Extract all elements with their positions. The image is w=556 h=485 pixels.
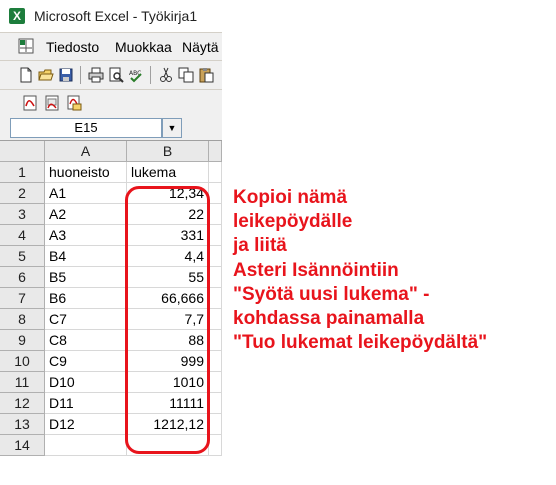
cell-b[interactable]: lukema [127,162,209,183]
toolbar-separator [80,66,81,84]
highlight-frame [125,186,210,454]
column-header-a[interactable]: A [45,141,127,162]
print-preview-icon[interactable] [108,67,124,83]
cell-c[interactable] [209,435,222,456]
row-header[interactable]: 1 [0,162,45,183]
formula-bar: E15 ▼ [0,116,222,141]
cell-a[interactable]: huoneisto [45,162,127,183]
cell-a[interactable]: D11 [45,393,127,414]
row-header[interactable]: 8 [0,309,45,330]
annotation-line: ja liitä [233,235,287,257]
cell-a[interactable]: D10 [45,372,127,393]
annotation-line: kohdassa painamalla [233,308,425,330]
row-header[interactable]: 11 [0,372,45,393]
row-header[interactable]: 12 [0,393,45,414]
cell-c[interactable] [209,183,222,204]
row-header[interactable]: 2 [0,183,45,204]
workbook-icon[interactable] [18,38,34,54]
cell-a[interactable]: C8 [45,330,127,351]
column-header-b[interactable]: B [127,141,209,162]
annotation-line: "Tuo lukemat leikepöydältä" [233,332,488,354]
toolbar-separator [150,66,151,84]
cell-c[interactable] [209,351,222,372]
row-header[interactable]: 4 [0,225,45,246]
menu-bar: Tiedosto Muokkaa Näytä [0,33,222,61]
menu-muokkaa[interactable]: Muokkaa [115,39,172,55]
cell-a[interactable]: C9 [45,351,127,372]
pdf-icon[interactable] [22,95,38,111]
cell-a[interactable]: D12 [45,414,127,435]
row-header[interactable]: 10 [0,351,45,372]
cell-c[interactable] [209,393,222,414]
name-box-dropdown-icon[interactable]: ▼ [162,118,182,138]
standard-toolbar: ABC [0,61,222,90]
annotation-line: Kopioi nämä [233,187,348,208]
cell-c[interactable] [209,204,222,225]
print-icon[interactable] [88,67,104,83]
new-file-icon[interactable] [18,67,34,83]
save-icon[interactable] [58,67,74,83]
spelling-icon[interactable]: ABC [128,67,144,83]
cell-c[interactable] [209,309,222,330]
cell-a[interactable]: B6 [45,288,127,309]
cell-a[interactable]: B5 [45,267,127,288]
row-header[interactable]: 5 [0,246,45,267]
column-header-c[interactable] [209,141,222,162]
cell-a[interactable] [45,435,127,456]
title-bar: X Microsoft Excel - Työkirja1 [0,0,222,33]
row-header[interactable]: 6 [0,267,45,288]
pdf-convert-icon[interactable] [44,95,60,111]
row-header[interactable]: 7 [0,288,45,309]
cell-c[interactable] [209,267,222,288]
pdf-mail-icon[interactable] [66,95,82,111]
cell-a[interactable]: A2 [45,204,127,225]
menu-nayta[interactable]: Näytä [182,39,219,55]
cell-c[interactable] [209,414,222,435]
menu-tiedosto[interactable]: Tiedosto [46,39,99,55]
pdf-toolbar [0,90,222,117]
open-folder-icon[interactable] [38,67,54,83]
cell-c[interactable] [209,330,222,351]
window-title: Microsoft Excel - Työkirja1 [34,8,198,24]
annotation-line: leikepöydälle [233,211,353,233]
copy-icon[interactable] [178,67,194,83]
cell-a[interactable]: B4 [45,246,127,267]
paste-icon[interactable] [198,67,214,83]
annotation-line: "Syötä uusi lukema" - [233,283,430,305]
row-header[interactable]: 13 [0,414,45,435]
annotation-line: Asteri Isännöintiin [233,259,399,281]
cell-c[interactable] [209,225,222,246]
cell-c[interactable] [209,288,222,309]
cell-a[interactable]: A3 [45,225,127,246]
row-header[interactable]: 3 [0,204,45,225]
row-header[interactable]: 9 [0,330,45,351]
cell-a[interactable]: C7 [45,309,127,330]
name-box-input[interactable]: E15 [10,118,162,138]
cut-icon[interactable] [158,67,174,83]
select-all-corner[interactable] [0,141,45,162]
cell-c[interactable] [209,162,222,183]
excel-app-icon: X [9,8,25,24]
cell-a[interactable]: A1 [45,183,127,204]
row-header[interactable]: 14 [0,435,45,456]
instruction-annotation: Kopioi nämä leikepöydälle ja liitä Aster… [233,186,487,355]
cell-c[interactable] [209,372,222,393]
cell-c[interactable] [209,246,222,267]
